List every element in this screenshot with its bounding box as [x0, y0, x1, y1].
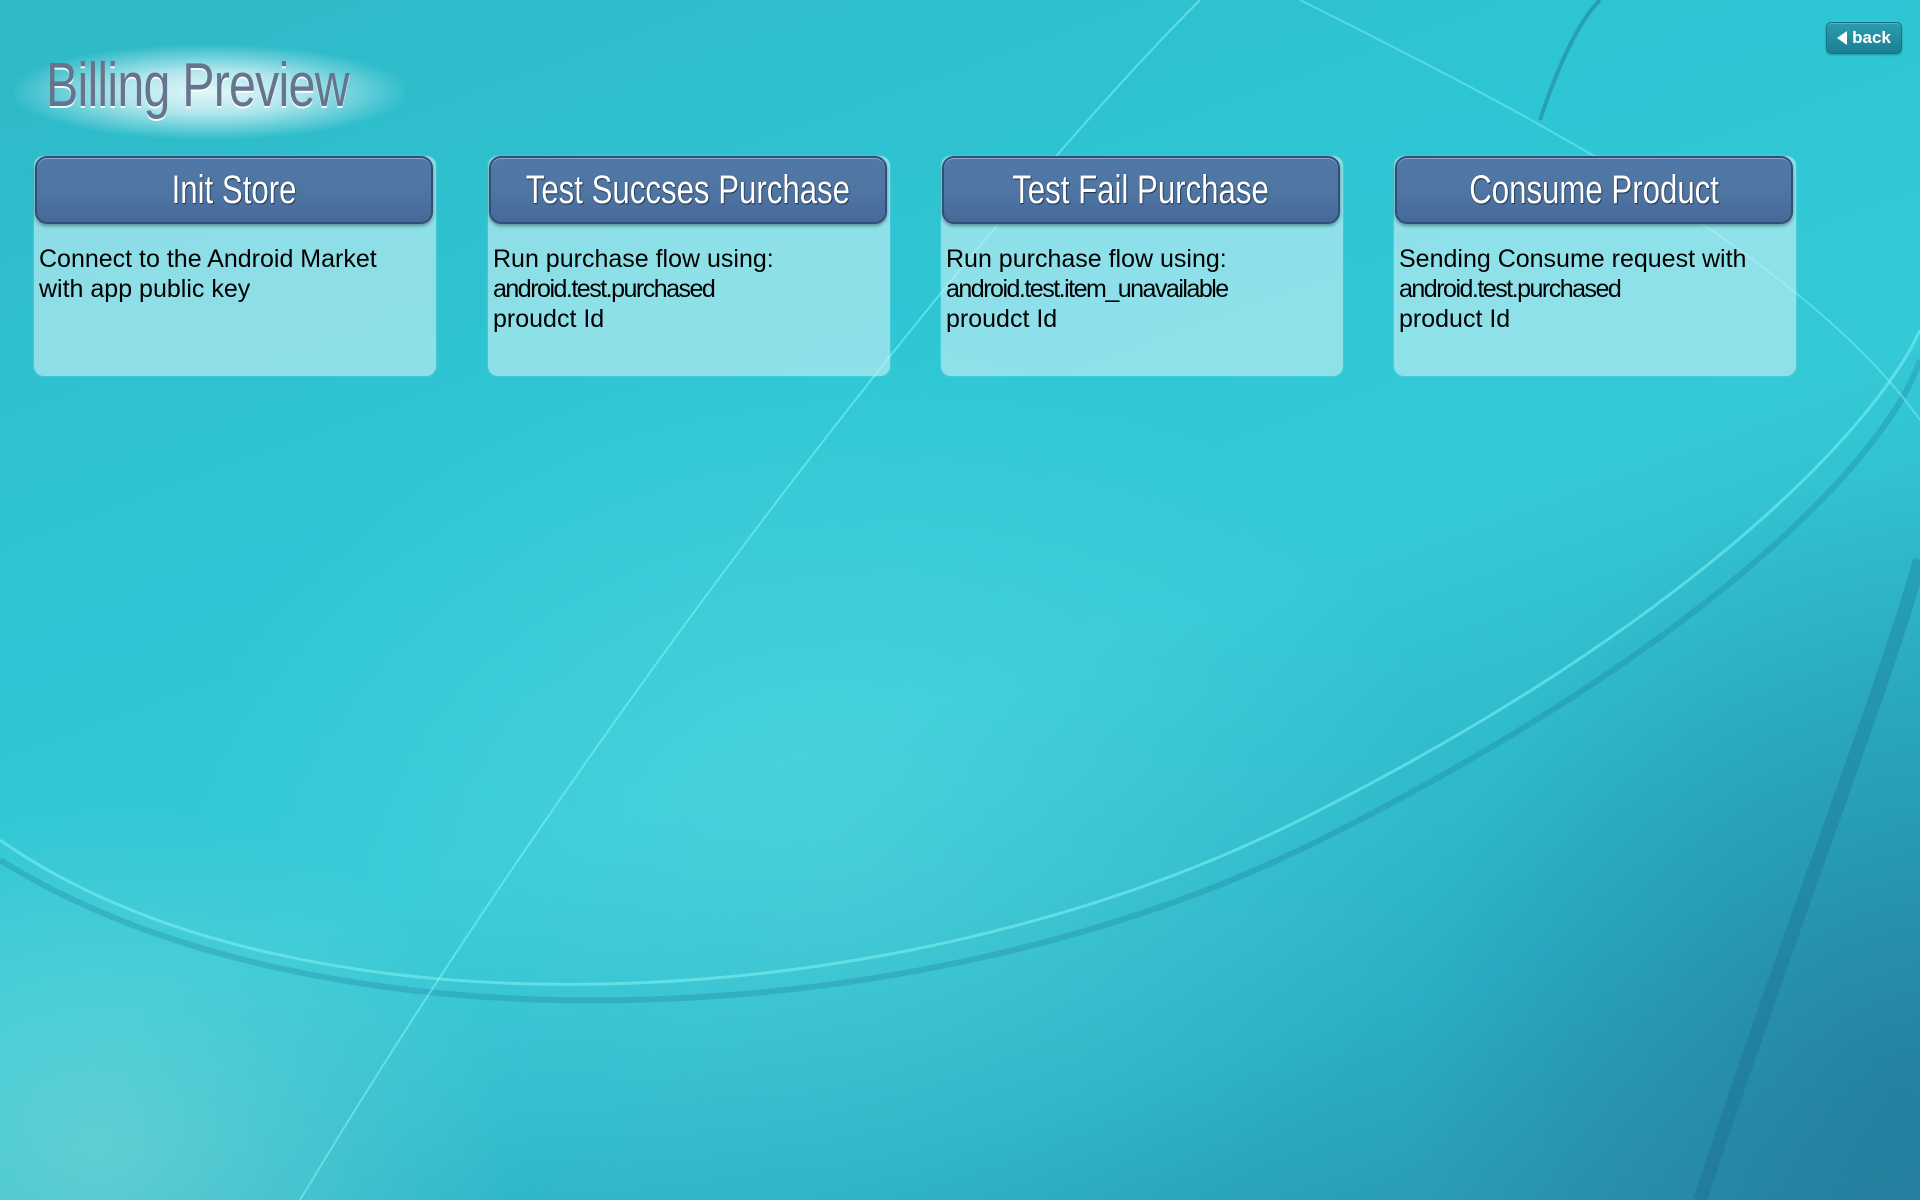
test-success-purchase-label: Test Succses Purchase [525, 167, 851, 212]
init-store-button[interactable]: Init Store [35, 156, 433, 224]
description-line: product Id [1399, 305, 1511, 333]
page-title: Billing Preview [46, 51, 350, 120]
test-success-purchase-button[interactable]: Test Succses Purchase [489, 156, 887, 224]
card-init-store: Init Store Connect to the Android Market… [34, 156, 436, 376]
card-description: Connect to the Android Market with app p… [39, 244, 430, 304]
back-label: back [1852, 28, 1891, 47]
description-line: Connect to the Android Market [39, 245, 377, 273]
consume-product-label: Consume Product [1469, 167, 1719, 212]
init-store-label: Init Store [171, 167, 297, 212]
test-fail-purchase-button[interactable]: Test Fail Purchase [942, 156, 1340, 224]
description-line: proudct Id [493, 305, 605, 333]
description-line: Run purchase flow using: [493, 245, 774, 273]
card-test-fail-purchase: Test Fail Purchase Run purchase flow usi… [941, 156, 1343, 376]
back-button[interactable]: back [1826, 22, 1902, 54]
card-description: Run purchase flow using: android.test.pu… [493, 244, 884, 334]
test-fail-purchase-label: Test Fail Purchase [1012, 167, 1270, 212]
description-line: Sending Consume request with [1399, 245, 1747, 273]
product-id-text: android.test.item_unavailable [946, 275, 1229, 303]
triangle-left-icon [1837, 31, 1848, 45]
description-line: proudct Id [946, 305, 1058, 333]
description-line: Run purchase flow using: [946, 245, 1227, 273]
product-id-text: android.test.purchased [1399, 275, 1622, 303]
description-line: with app public key [39, 275, 251, 303]
card-description: Sending Consume request with android.tes… [1399, 244, 1790, 334]
card-test-success-purchase: Test Succses Purchase Run purchase flow … [488, 156, 890, 376]
consume-product-button[interactable]: Consume Product [1395, 156, 1793, 224]
product-id-text: android.test.purchased [493, 275, 716, 303]
card-description: Run purchase flow using: android.test.it… [946, 244, 1337, 334]
card-consume-product: Consume Product Sending Consume request … [1394, 156, 1796, 376]
